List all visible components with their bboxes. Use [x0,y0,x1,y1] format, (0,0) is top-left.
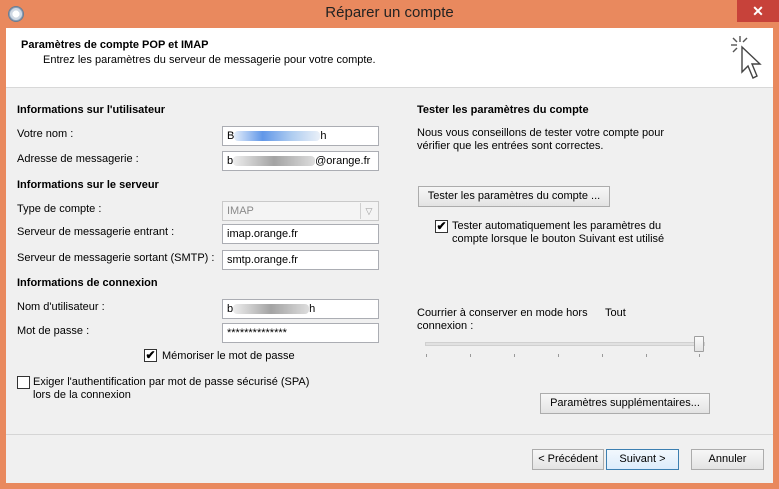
redacted-blur [234,131,321,142]
offline-slider-track[interactable] [425,342,705,346]
test-desc-line2: vérifier que les entrées sont correctes. [417,140,604,152]
slider-tick [558,354,559,357]
close-button[interactable]: ✕ [737,0,779,22]
slider-tick [699,354,700,357]
dialog-client-area: Paramètres de compte POP et IMAP Entrez … [6,28,773,483]
title-bar[interactable]: Réparer un compte ✕ [0,0,779,28]
slider-tick [514,354,515,357]
auto-test-label-line1: Tester automatiquement les paramètres du [452,220,662,232]
incoming-server-field[interactable]: imap.orange.fr [222,224,379,244]
redacted-blur [233,304,310,315]
spa-checkbox[interactable] [17,376,30,389]
server-info-heading: Informations sur le serveur [17,179,159,191]
incoming-server-label: Serveur de messagerie entrant : [17,226,175,238]
dialog-header: Paramètres de compte POP et IMAP Entrez … [6,28,773,88]
offline-label-line1: Courrier à conserver en mode hors [417,307,588,319]
username-field[interactable]: bh [222,299,379,319]
account-type-select: IMAP ▽ [222,201,379,221]
slider-tick [646,354,647,357]
test-account-button[interactable]: Tester les paramètres du compte ... [418,186,610,207]
outgoing-server-label: Serveur de messagerie sortant (SMTP) : [17,252,215,264]
cancel-button[interactable]: Annuler [691,449,764,470]
slider-tick [426,354,427,357]
name-label: Votre nom : [17,128,74,140]
remember-password-label: Mémoriser le mot de passe [162,350,295,362]
click-cursor-icon [731,36,762,79]
header-title: Paramètres de compte POP et IMAP [21,39,209,51]
chevron-down-icon: ▽ [360,203,377,219]
next-button[interactable]: Suivant > [606,449,679,470]
slider-tick [602,354,603,357]
redacted-blur [233,156,316,167]
more-settings-button[interactable]: Paramètres supplémentaires... [540,393,710,414]
offline-value: Tout [605,307,626,319]
name-suffix: h [320,130,327,142]
name-prefix: B [227,130,235,142]
outgoing-server-field[interactable]: smtp.orange.fr [222,250,379,270]
auto-test-label-line2: compte lorsque le bouton Suivant est uti… [452,233,665,245]
slider-tick [470,354,471,357]
repair-account-window: Réparer un compte ✕ Paramètres de compte… [0,0,779,489]
user-info-heading: Informations sur l'utilisateur [17,104,166,116]
account-type-value: IMAP [227,205,254,217]
previous-button[interactable]: < Précédent [532,449,604,470]
username-suffix: h [309,303,316,315]
password-label: Mot de passe : [17,325,90,337]
spa-label-line1: Exiger l'authentification par mot de pas… [33,376,310,388]
offline-label-line2: connexion : [417,320,474,332]
footer-divider [6,434,773,435]
header-subtitle: Entrez les paramètres du serveur de mess… [43,54,376,66]
account-type-label: Type de compte : [17,203,102,215]
email-suffix: @orange.fr [315,155,371,167]
email-field[interactable]: b @orange.fr [222,151,379,171]
offline-slider-thumb[interactable] [694,336,704,352]
spa-label-line2: lors de la connexion [33,389,131,401]
login-info-heading: Informations de connexion [17,277,158,289]
test-desc-line1: Nous vous conseillons de tester votre co… [417,127,665,139]
name-field[interactable]: Bh [222,126,379,146]
window-title: Réparer un compte [325,4,454,21]
password-field[interactable]: ************** [222,323,379,343]
test-settings-heading: Tester les paramètres du compte [417,104,589,116]
username-label: Nom d'utilisateur : [17,301,105,313]
email-label: Adresse de messagerie : [17,153,139,165]
auto-test-checkbox[interactable]: ✔ [435,220,448,233]
remember-password-checkbox[interactable]: ✔ [144,349,157,362]
